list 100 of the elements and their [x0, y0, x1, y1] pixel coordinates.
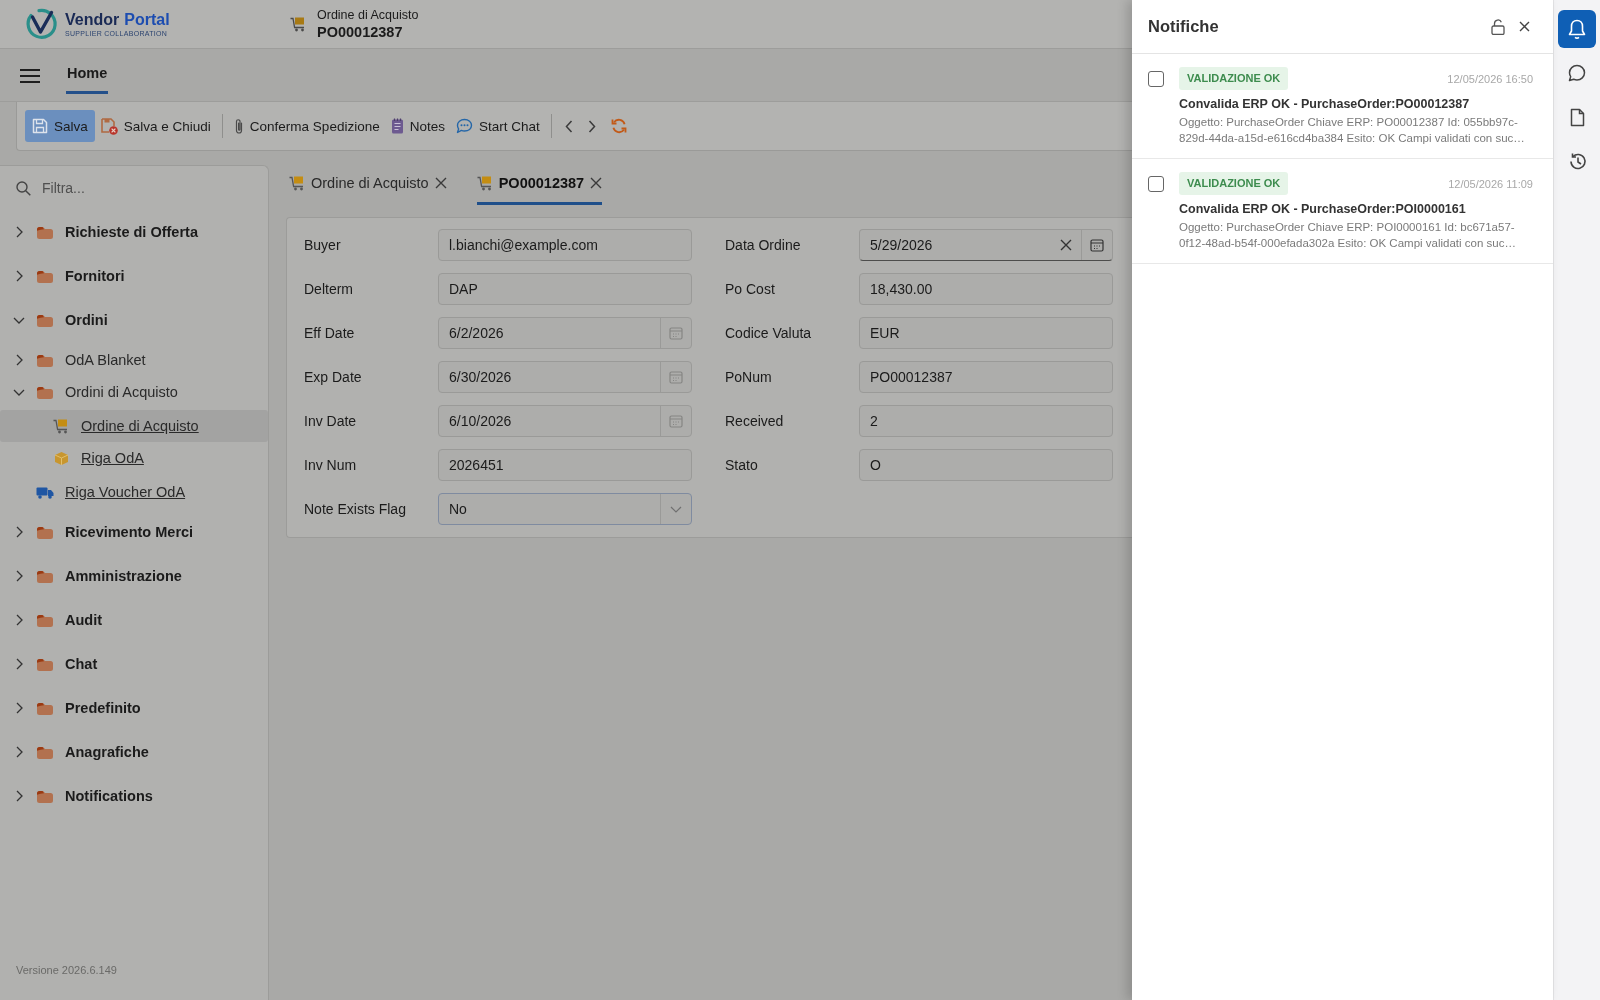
text-field[interactable]: O: [859, 449, 1113, 481]
chevron-left-icon: [564, 119, 573, 133]
text-field[interactable]: DAP: [438, 273, 692, 305]
document-tab[interactable]: PO00012387: [476, 165, 603, 205]
date-field[interactable]: 6/2/2026: [438, 317, 692, 349]
folder-icon: [37, 525, 53, 539]
tree-item[interactable]: OdA Blanket: [0, 344, 268, 376]
menu-icon: [20, 69, 40, 83]
tree-item[interactable]: Ordine di Acquisto: [0, 410, 268, 442]
folder-icon: [37, 225, 53, 239]
text-field[interactable]: EUR: [859, 317, 1113, 349]
dropdown[interactable]: No: [438, 493, 692, 525]
calendar-icon: [669, 414, 683, 428]
toolbar-button[interactable]: Salva e Chiudi: [95, 110, 216, 142]
status-badge: VALIDAZIONE OK: [1179, 172, 1289, 195]
box-icon: [53, 450, 69, 466]
chevron-down-icon[interactable]: [13, 388, 25, 396]
chevron-right-icon[interactable]: [15, 226, 23, 238]
chevron-right-icon[interactable]: [15, 270, 23, 282]
checkbox[interactable]: [1148, 71, 1164, 87]
date-field[interactable]: 6/10/2026: [438, 405, 692, 437]
text-field[interactable]: PO00012387: [859, 361, 1113, 393]
logo-icon: [24, 7, 58, 41]
tree-item[interactable]: Richieste di Offerta: [0, 210, 268, 254]
tree-item[interactable]: Riga OdA: [0, 442, 268, 474]
calendar-icon: [669, 370, 683, 384]
date-field[interactable]: 5/29/2026: [859, 229, 1113, 261]
folder-icon: [37, 353, 53, 367]
tree-item[interactable]: Ordini: [0, 298, 268, 342]
notification-title: Convalida ERP OK - PurchaseOrder:PO00012387: [1179, 96, 1470, 112]
logo-text: Vendor: [65, 10, 120, 29]
text-field[interactable]: l.bianchi@example.com: [438, 229, 692, 261]
text-field[interactable]: 2026451: [438, 449, 692, 481]
rail-button[interactable]: [1558, 10, 1596, 48]
chevron-down-icon: [670, 505, 682, 513]
field-label: Note Exists Flag: [304, 501, 406, 517]
tree-item[interactable]: Fornitori: [0, 254, 268, 298]
cross-icon[interactable]: [1060, 239, 1072, 251]
tree-item[interactable]: Chat: [0, 642, 268, 686]
chevron-right-icon[interactable]: [15, 746, 23, 758]
field-label: Eff Date: [304, 325, 355, 341]
chevron-right-icon[interactable]: [15, 526, 23, 538]
field-label: Inv Num: [304, 457, 357, 473]
field-label: Buyer: [304, 237, 341, 253]
folder-icon: [37, 701, 53, 715]
cart-icon: [290, 16, 306, 32]
document-type: Ordine di Acquisto: [317, 7, 419, 23]
tree-item[interactable]: Predefinito: [0, 686, 268, 730]
folder-icon: [37, 613, 53, 627]
tree-item[interactable]: Notifications: [0, 774, 268, 818]
toolbar-button[interactable]: Conferma Spedizione: [228, 110, 385, 142]
chevron-right-icon: [587, 119, 596, 133]
filter-field[interactable]: Filtra...: [42, 178, 242, 198]
paperclip-icon: [233, 117, 244, 135]
tree-item[interactable]: Anagrafiche: [0, 730, 268, 774]
close-icon[interactable]: [1519, 21, 1530, 32]
folder-icon: [37, 385, 53, 399]
chevron-right-icon[interactable]: [15, 354, 23, 366]
chevron-right-icon[interactable]: [15, 790, 23, 802]
field-label: Delterm: [304, 281, 353, 297]
chevron-right-icon[interactable]: [15, 658, 23, 670]
chevron-right-icon[interactable]: [15, 702, 23, 714]
chevron-right-icon[interactable]: [15, 570, 23, 582]
history-icon: [1567, 151, 1587, 171]
chevron-down-icon[interactable]: [13, 316, 25, 324]
field-label: Stato: [725, 457, 758, 473]
toolbar-button[interactable]: Notes: [385, 110, 450, 142]
field-label: Exp Date: [304, 369, 362, 385]
date-field[interactable]: 6/30/2026: [438, 361, 692, 393]
notification-text: Oggetto: PurchaseOrder Chiave ERP: PO00012387 Id: 055bb97c-829d-44da-a15d-e616cd4ba384 Esito: OK Campi validati con suc…: [1179, 115, 1526, 146]
folder-icon: [37, 269, 53, 283]
document-number: PO00012387: [317, 23, 404, 41]
folder-icon: [37, 745, 53, 759]
tree-item[interactable]: Amministrazione: [0, 554, 268, 598]
padlock-icon[interactable]: [1491, 18, 1505, 35]
bell-icon: [1567, 18, 1587, 40]
document-tab[interactable]: Ordine di Acquisto: [289, 165, 447, 205]
chevron-right-icon[interactable]: [15, 614, 23, 626]
toolbar-button[interactable]: Start Chat: [450, 110, 545, 142]
nav-tab[interactable]: Home: [66, 49, 109, 94]
cart-icon: [53, 418, 69, 434]
tree-item[interactable]: Riga Voucher OdA: [0, 476, 268, 508]
refresh-icon: [610, 118, 627, 134]
tree-item[interactable]: Ordini di Acquisto: [0, 376, 268, 408]
close-icon[interactable]: [434, 176, 447, 189]
chat-bubble-icon: [455, 118, 473, 134]
text-field[interactable]: 2: [859, 405, 1113, 437]
tree-item[interactable]: Audit: [0, 598, 268, 642]
chat-bubble-icon: [1568, 64, 1586, 82]
field-label: Codice Valuta: [725, 325, 812, 341]
timestamp: 12/05/2026 16:50: [1447, 72, 1533, 85]
checkbox[interactable]: [1148, 176, 1164, 192]
tree-item[interactable]: Ricevimento Merci: [0, 510, 268, 554]
field-label: Po Cost: [725, 281, 775, 297]
status-badge: VALIDAZIONE OK: [1179, 67, 1289, 90]
timestamp: 12/05/2026 11:09: [1448, 177, 1533, 190]
text-field[interactable]: 18,430.00: [859, 273, 1113, 305]
cart-icon: [289, 174, 305, 191]
close-icon[interactable]: [590, 176, 603, 189]
save-button[interactable]: Salva: [25, 110, 95, 142]
